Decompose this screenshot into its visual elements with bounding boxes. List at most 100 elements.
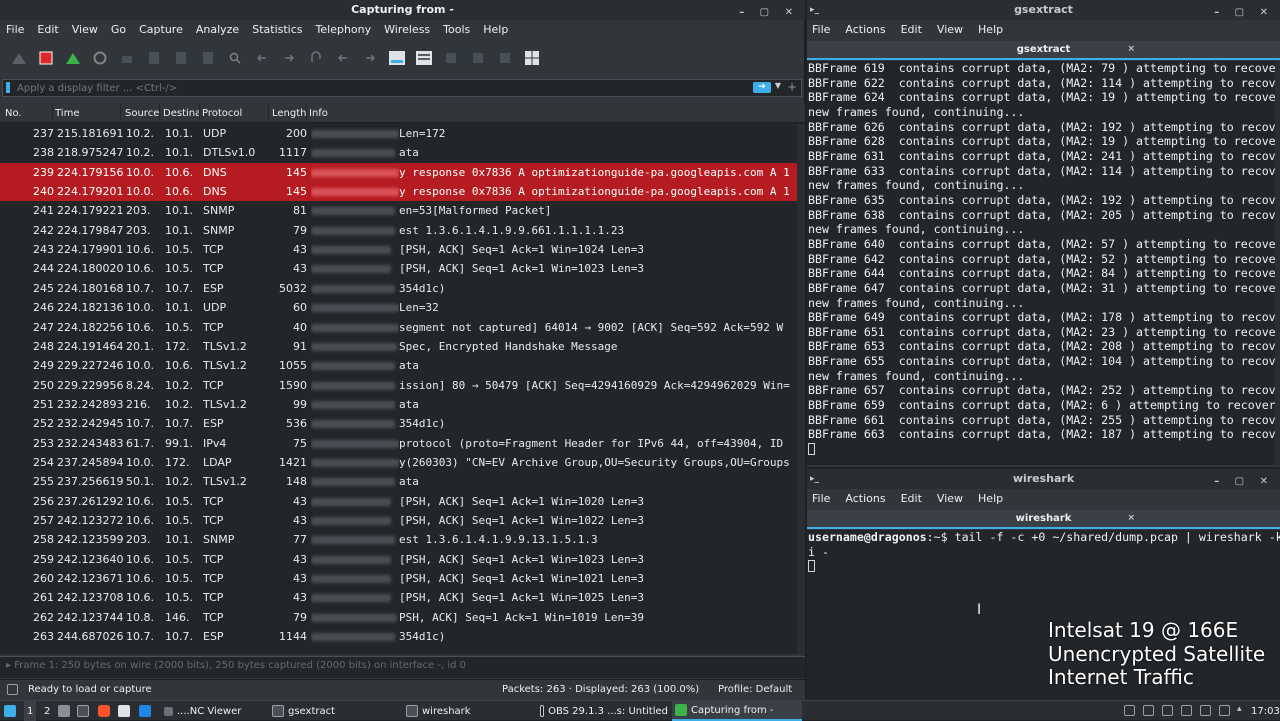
last-packet-icon[interactable] [361, 49, 379, 67]
ws-menu-edit[interactable]: Edit [37, 23, 58, 36]
shark-fin-start-icon[interactable] [10, 49, 28, 67]
wt-menu-view[interactable]: View [937, 492, 963, 505]
restart-capture-icon[interactable] [64, 49, 82, 67]
gs-menu-file[interactable]: File [812, 23, 830, 36]
gs-menu-actions[interactable]: Actions [845, 23, 885, 36]
packet-row[interactable]: 249 229.227246 10.0. 10.6. TLSv1.2 1055 ata [0, 356, 805, 375]
column-header-destination[interactable]: Destinat [158, 104, 200, 123]
gsextract-title-bar[interactable]: ▸_ gsextract – ▢ ✕ [807, 0, 1280, 20]
task-gsextract[interactable]: gsextract [272, 701, 392, 721]
packet-row[interactable]: 250 229.229956 8.24. 10.2. TCP 1590 ission] 80… [0, 376, 805, 395]
filter-dropdown-icon[interactable]: ▼ [775, 81, 781, 90]
packet-row[interactable]: 260 242.123671 10.6. 10.5. TCP 43 [PSH, ACK] S… [0, 569, 805, 588]
vpn-tray-icon[interactable] [1162, 705, 1173, 716]
packet-row[interactable]: 255 237.256619 50.1. 10.2. TLSv1.2 148 ata [0, 472, 805, 491]
column-header-protocol[interactable]: Protocol [197, 104, 269, 123]
gsextract-scrollbar[interactable] [1275, 61, 1280, 465]
packet-row[interactable]: 257 242.123272 10.6. 10.5. TCP 43 [PSH, ACK] S… [0, 511, 805, 530]
zoom-out-icon[interactable] [469, 49, 487, 67]
capture-options-icon[interactable] [91, 49, 109, 67]
packet-row[interactable]: 246 224.182136 10.0. 10.1. UDP 60 Len=32 [0, 298, 805, 317]
packet-row[interactable]: 256 237.261292 10.6. 10.5. TCP 43 [PSH, ACK] S… [0, 492, 805, 511]
gs-menu-edit[interactable]: Edit [901, 23, 922, 36]
packet-row[interactable]: 261 242.123708 10.6. 10.5. TCP 43 [PSH, ACK] S… [0, 588, 805, 607]
wireshark-terminal-tab-close-icon[interactable]: × [1127, 510, 1135, 527]
packet-row[interactable]: 262 242.123744 10.8. 146. TCP 79 PSH, ACK] Seq… [0, 608, 805, 627]
tray-expand-icon[interactable]: ▴ [1237, 704, 1248, 715]
packet-row[interactable]: 258 242.123599 203. 10.1. SNMP 77 est 1.3.6.1.… [0, 530, 805, 549]
gsextract-terminal-output[interactable]: BBFrame 619 contains corrupt data, (MA2:… [807, 61, 1280, 465]
ws-menu-file[interactable]: File [6, 23, 24, 36]
wt-menu-actions[interactable]: Actions [845, 492, 885, 505]
wireshark-title-bar[interactable]: Capturing from - – ▢ ✕ [0, 0, 805, 20]
task-wireshark-terminal[interactable]: wireshark [406, 701, 526, 721]
stop-capture-icon[interactable] [37, 49, 55, 67]
task-obs[interactable]: OBS 29.1.3 ...s: Untitled [540, 701, 668, 721]
add-filter-button-icon[interactable]: + [787, 80, 797, 94]
editor-launcher[interactable] [118, 701, 130, 721]
ws-menu-capture[interactable]: Capture [139, 23, 183, 36]
packet-list-scrollbar[interactable] [797, 124, 805, 654]
packet-row[interactable]: 238 218.975247 10.2. 10.1. DTLSv1.0 1117 ata [0, 143, 805, 162]
go-to-packet-icon[interactable] [307, 49, 325, 67]
wt-menu-file[interactable]: File [812, 492, 830, 505]
gs-menu-help[interactable]: Help [978, 23, 1003, 36]
network-tray-icon[interactable] [1143, 705, 1154, 716]
column-header-source[interactable]: Source [120, 104, 160, 123]
ws-menu-tools[interactable]: Tools [443, 23, 470, 36]
task-wireshark-capture[interactable]: Capturing from - [672, 701, 802, 721]
packet-row[interactable]: 259 242.123640 10.6. 10.5. TCP 43 [PSH, ACK] S… [0, 550, 805, 569]
clock[interactable]: 17:03 [1251, 701, 1280, 721]
packet-row[interactable]: 254 237.245894 10.0. 172. LDAP 1421 y(260303) … [0, 453, 805, 472]
packet-row[interactable]: 241 224.179221 203. 10.1. SNMP 81 en=53[Malfor… [0, 201, 805, 220]
packet-row[interactable]: 245 224.180168 10.7. 10.7. ESP 5032 354d1c) [0, 279, 805, 298]
gsextract-tab-close-icon[interactable]: × [1127, 41, 1135, 58]
desktop-1-button[interactable]: 1 [24, 701, 37, 721]
resize-columns-icon[interactable] [523, 49, 541, 67]
ws-menu-statistics[interactable]: Statistics [252, 23, 302, 36]
column-header-no[interactable]: No. [0, 104, 53, 123]
task-nc-viewer[interactable]: ....NC Viewer [164, 701, 264, 721]
packet-row[interactable]: 244 224.180020 10.6. 10.5. TCP 43 [PSH, ACK] S… [0, 259, 805, 278]
packet-row[interactable]: 253 232.243483 61.7. 99.1. IPv4 75 protocol (p… [0, 434, 805, 453]
app-launcher[interactable] [4, 701, 16, 721]
autoscroll-icon[interactable] [388, 49, 406, 67]
first-packet-icon[interactable] [334, 49, 352, 67]
apply-filter-arrow-icon[interactable]: ➔ [753, 82, 771, 93]
wt-menu-edit[interactable]: Edit [901, 492, 922, 505]
vscode-launcher[interactable] [139, 701, 151, 721]
wireshark-terminal-title-bar[interactable]: ▸_ wireshark – ▢ ✕ [807, 469, 1280, 489]
packet-row[interactable]: 248 224.191464 20.1. 172. TLSv1.2 91 Spec, Enc… [0, 337, 805, 356]
save-file-icon[interactable] [145, 49, 163, 67]
packet-row[interactable]: 242 224.179847 203. 10.1. SNMP 79 est 1.3.6.1.… [0, 221, 805, 240]
go-back-icon[interactable] [253, 49, 271, 67]
desktop-2-button[interactable]: 2 [41, 701, 53, 721]
packet-row[interactable]: 247 224.182256 10.6. 10.5. TCP 40 segment not … [0, 318, 805, 337]
packet-row[interactable]: 252 232.242945 10.7. 10.7. ESP 536 354d1c) [0, 414, 805, 433]
go-forward-icon[interactable] [280, 49, 298, 67]
packet-row[interactable]: 243 224.179901 10.6. 10.5. TCP 43 [PSH, ACK] S… [0, 240, 805, 259]
open-file-icon[interactable] [118, 49, 136, 67]
packet-row[interactable]: 240 224.179201 10.0. 10.6. DNS 145 y response … [0, 182, 805, 202]
gs-menu-view[interactable]: View [937, 23, 963, 36]
colorize-icon[interactable] [415, 49, 433, 67]
find-packet-icon[interactable] [226, 49, 244, 67]
column-header-time[interactable]: Time [50, 104, 121, 123]
ws-menu-wireless[interactable]: Wireless [384, 23, 430, 36]
volume-tray-icon[interactable] [1200, 705, 1211, 716]
gsextract-tab[interactable]: gsextract × [807, 41, 1280, 60]
packet-row[interactable]: 239 224.179156 10.0. 10.6. DNS 145 y response … [0, 162, 805, 183]
status-profile[interactable]: Profile: Default [718, 684, 792, 695]
filter-bookmark-icon[interactable] [6, 82, 10, 93]
wt-menu-help[interactable]: Help [978, 492, 1003, 505]
normal-size-icon[interactable] [496, 49, 514, 67]
wireshark-terminal-tab[interactable]: wireshark × [807, 510, 1280, 529]
column-header-info[interactable]: Info [304, 104, 805, 123]
packet-row[interactable]: 237 215.181691 10.2. 10.1. UDP 200 Len=172 [0, 124, 805, 143]
brave-launcher[interactable] [98, 701, 110, 721]
packet-row[interactable]: 251 232.242893 216. 10.2. TLSv1.2 99 ata [0, 395, 805, 414]
notifications-tray-icon[interactable] [1219, 705, 1230, 716]
bluetooth-tray-icon[interactable] [1181, 705, 1192, 716]
display-filter-input[interactable] [17, 81, 737, 95]
clipboard-tray-icon[interactable] [1124, 705, 1135, 716]
